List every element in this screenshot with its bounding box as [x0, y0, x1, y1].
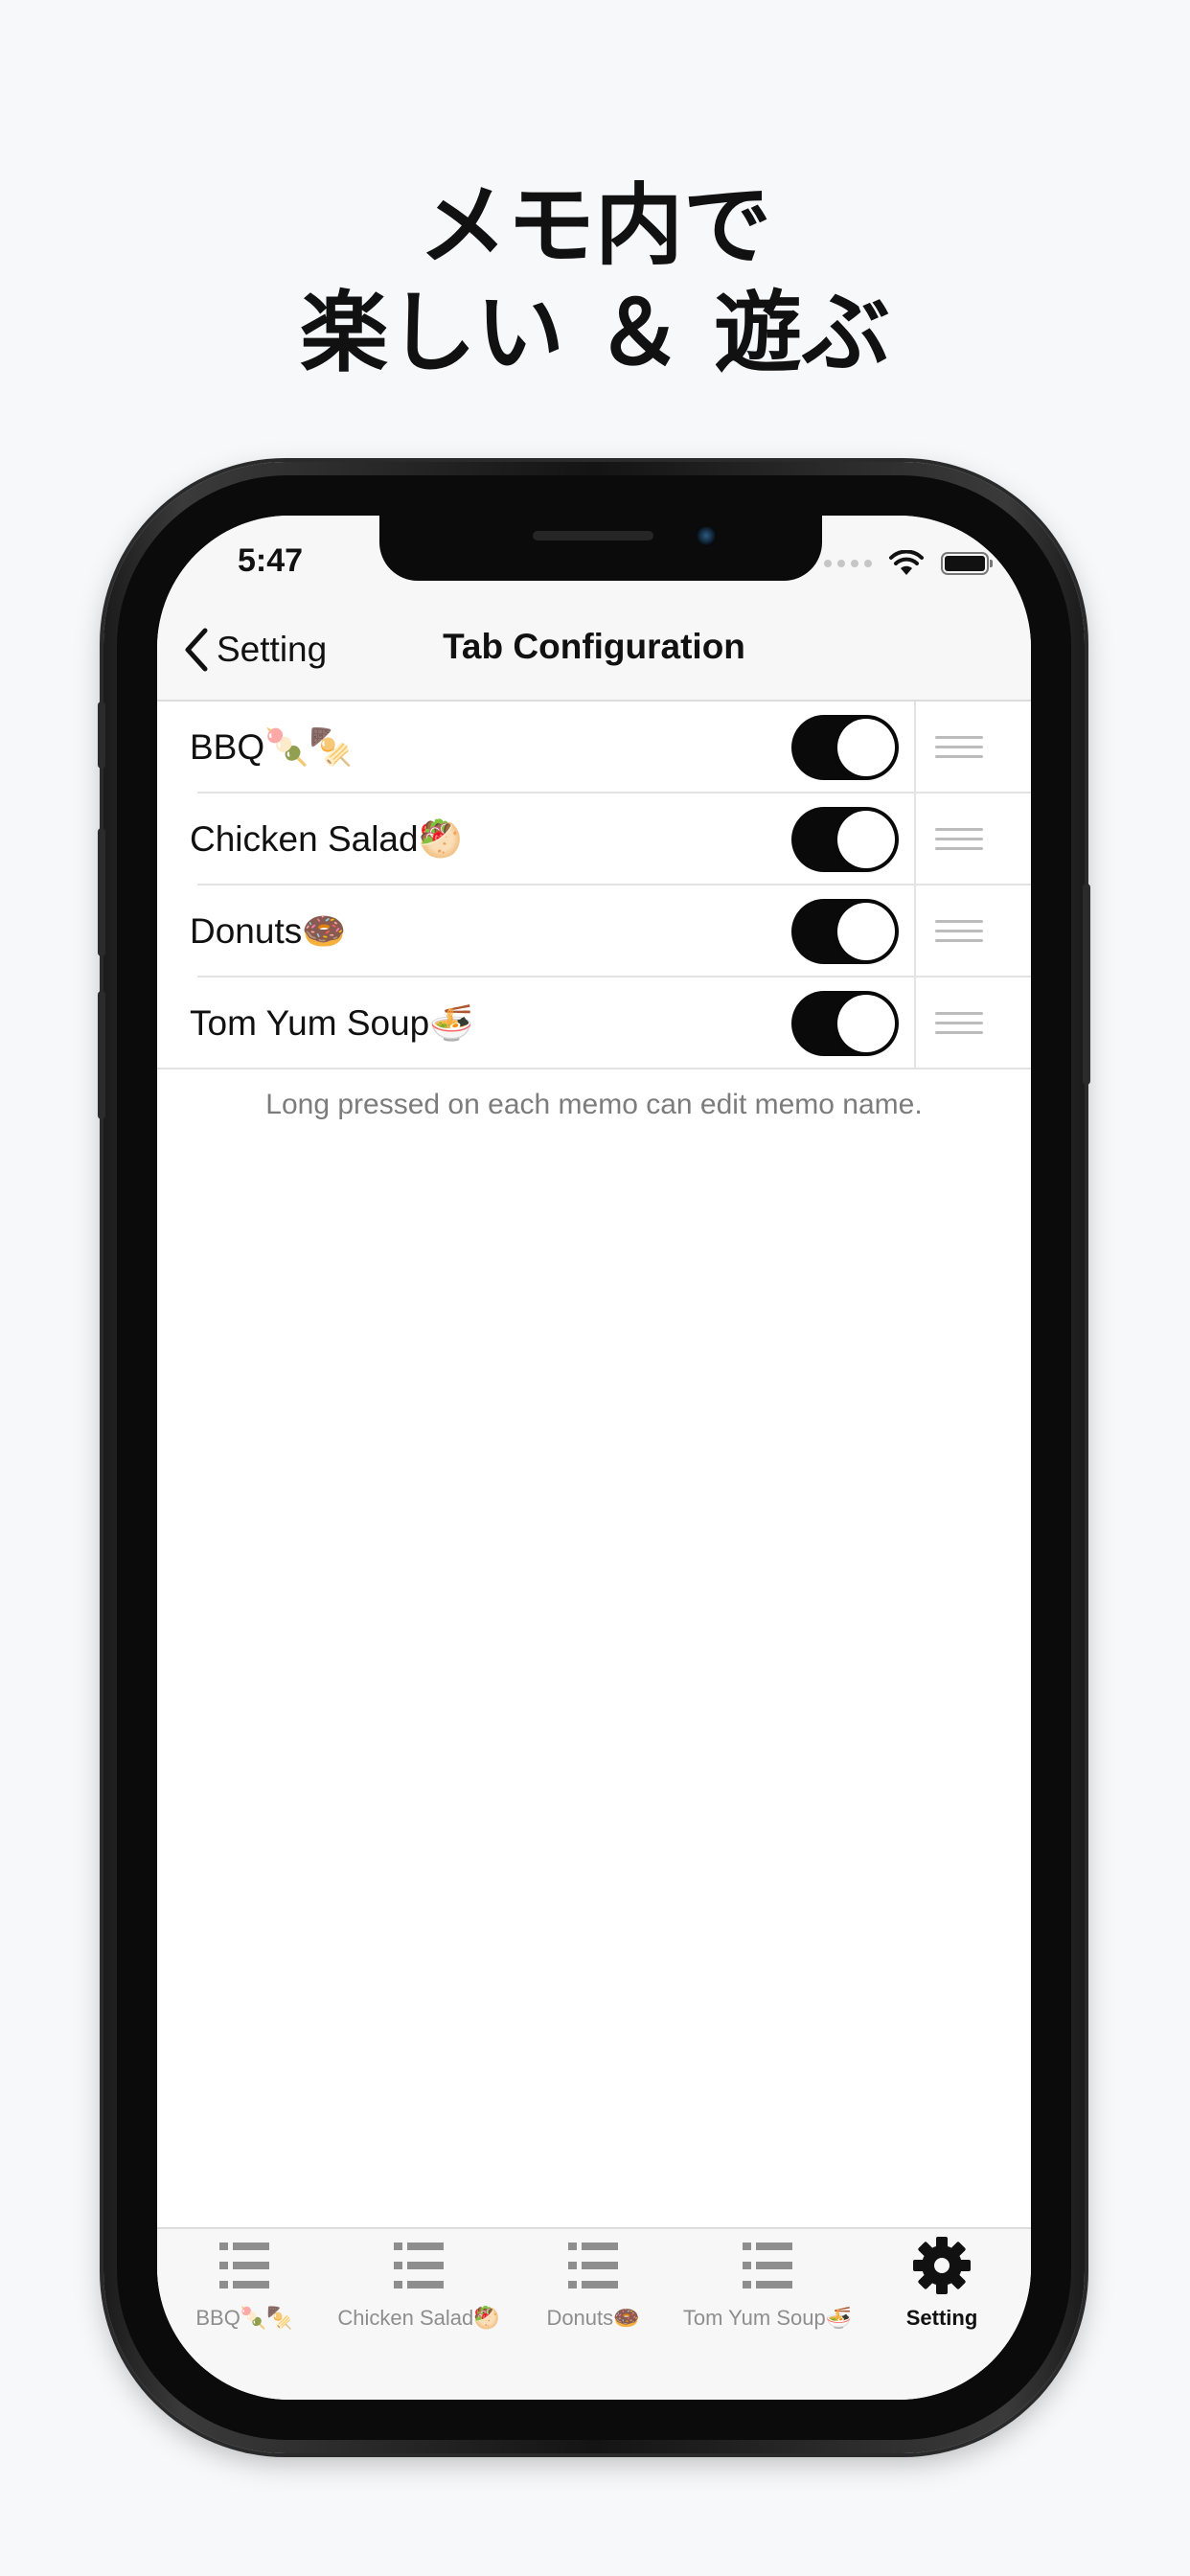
reorder-handle-icon[interactable]	[935, 1006, 983, 1041]
reorder-divider	[914, 794, 916, 886]
toggle-knob	[837, 719, 895, 776]
tab-chicken-salad[interactable]: Chicken Salad🥙	[332, 2237, 506, 2342]
tab-name-label[interactable]: BBQ🍡🍢	[190, 702, 353, 794]
phone-frame: 5:47 Setting Tab Configuration BBQ🍡🍢 Chi…	[98, 462, 1090, 2453]
list-item: BBQ🍡🍢	[157, 702, 1031, 794]
reorder-divider	[914, 886, 916, 978]
tab-label: Setting	[905, 2306, 978, 2330]
toggle-knob	[837, 811, 895, 868]
reorder-divider	[914, 978, 916, 1070]
reorder-handle-icon[interactable]	[935, 822, 983, 857]
tab-enabled-toggle[interactable]	[791, 807, 899, 872]
list-item: Tom Yum Soup🍜	[157, 978, 1031, 1070]
cellular-signal-icon	[824, 560, 872, 567]
page-title: Tab Configuration	[443, 627, 745, 666]
phone-screen: 5:47 Setting Tab Configuration BBQ🍡🍢 Chi…	[157, 516, 1031, 2400]
footer-hint-text: Long pressed on each memo can edit memo …	[265, 1089, 923, 1120]
headline-line-1: メモ内で	[418, 174, 771, 277]
status-indicators	[824, 546, 993, 581]
reorder-divider	[914, 702, 916, 794]
tab-bar: BBQ🍡🍢 Chicken Salad🥙 Donuts🍩 Tom Yum Sou…	[157, 2227, 1031, 2400]
tab-enabled-toggle[interactable]	[791, 715, 899, 780]
row-separator	[157, 1068, 1031, 1070]
tab-label: Tom Yum Soup🍜	[682, 2306, 853, 2330]
tab-bbq[interactable]: BBQ🍡🍢	[157, 2237, 332, 2342]
notch	[379, 516, 822, 581]
toggle-knob	[837, 903, 895, 960]
tab-label: Donuts🍩	[546, 2306, 640, 2330]
status-time: 5:47	[238, 542, 304, 579]
list-icon	[219, 2242, 269, 2288]
tab-tom-yum-soup[interactable]: Tom Yum Soup🍜	[680, 2237, 855, 2342]
gear-icon	[913, 2237, 971, 2294]
list-icon	[743, 2242, 792, 2288]
toggle-knob	[837, 995, 895, 1052]
list-item: Donuts🍩	[157, 886, 1031, 978]
tab-name-label[interactable]: Chicken Salad🥙	[190, 794, 463, 886]
list-icon	[568, 2242, 618, 2288]
tab-enabled-toggle[interactable]	[791, 991, 899, 1056]
reorder-handle-icon[interactable]	[935, 730, 983, 765]
promo-headline: メモ内で 楽しい ＆ 遊ぶ	[0, 172, 1190, 387]
speaker	[533, 531, 653, 540]
battery-icon	[941, 552, 993, 575]
volume-down-button	[98, 991, 105, 1119]
headline-line-2: 楽しい ＆ 遊ぶ	[299, 282, 891, 384]
list-item: Chicken Salad🥙	[157, 794, 1031, 886]
tab-name-label[interactable]: Tom Yum Soup🍜	[190, 978, 473, 1070]
tab-donuts[interactable]: Donuts🍩	[506, 2237, 680, 2342]
volume-up-button	[98, 828, 105, 956]
wifi-icon	[889, 550, 924, 575]
tab-name-label[interactable]: Donuts🍩	[190, 886, 346, 978]
tab-config-list: BBQ🍡🍢 Chicken Salad🥙 Donuts🍩 Tom Yum Sou…	[157, 702, 1031, 1070]
reorder-handle-icon[interactable]	[935, 914, 983, 949]
front-camera	[696, 525, 717, 546]
list-icon	[394, 2242, 444, 2288]
tab-setting[interactable]: Setting	[855, 2237, 1029, 2342]
mute-switch	[98, 702, 105, 769]
power-button	[1083, 884, 1090, 1085]
tab-label: BBQ🍡🍢	[195, 2306, 293, 2330]
tab-label: Chicken Salad🥙	[337, 2306, 500, 2330]
tab-enabled-toggle[interactable]	[791, 899, 899, 964]
